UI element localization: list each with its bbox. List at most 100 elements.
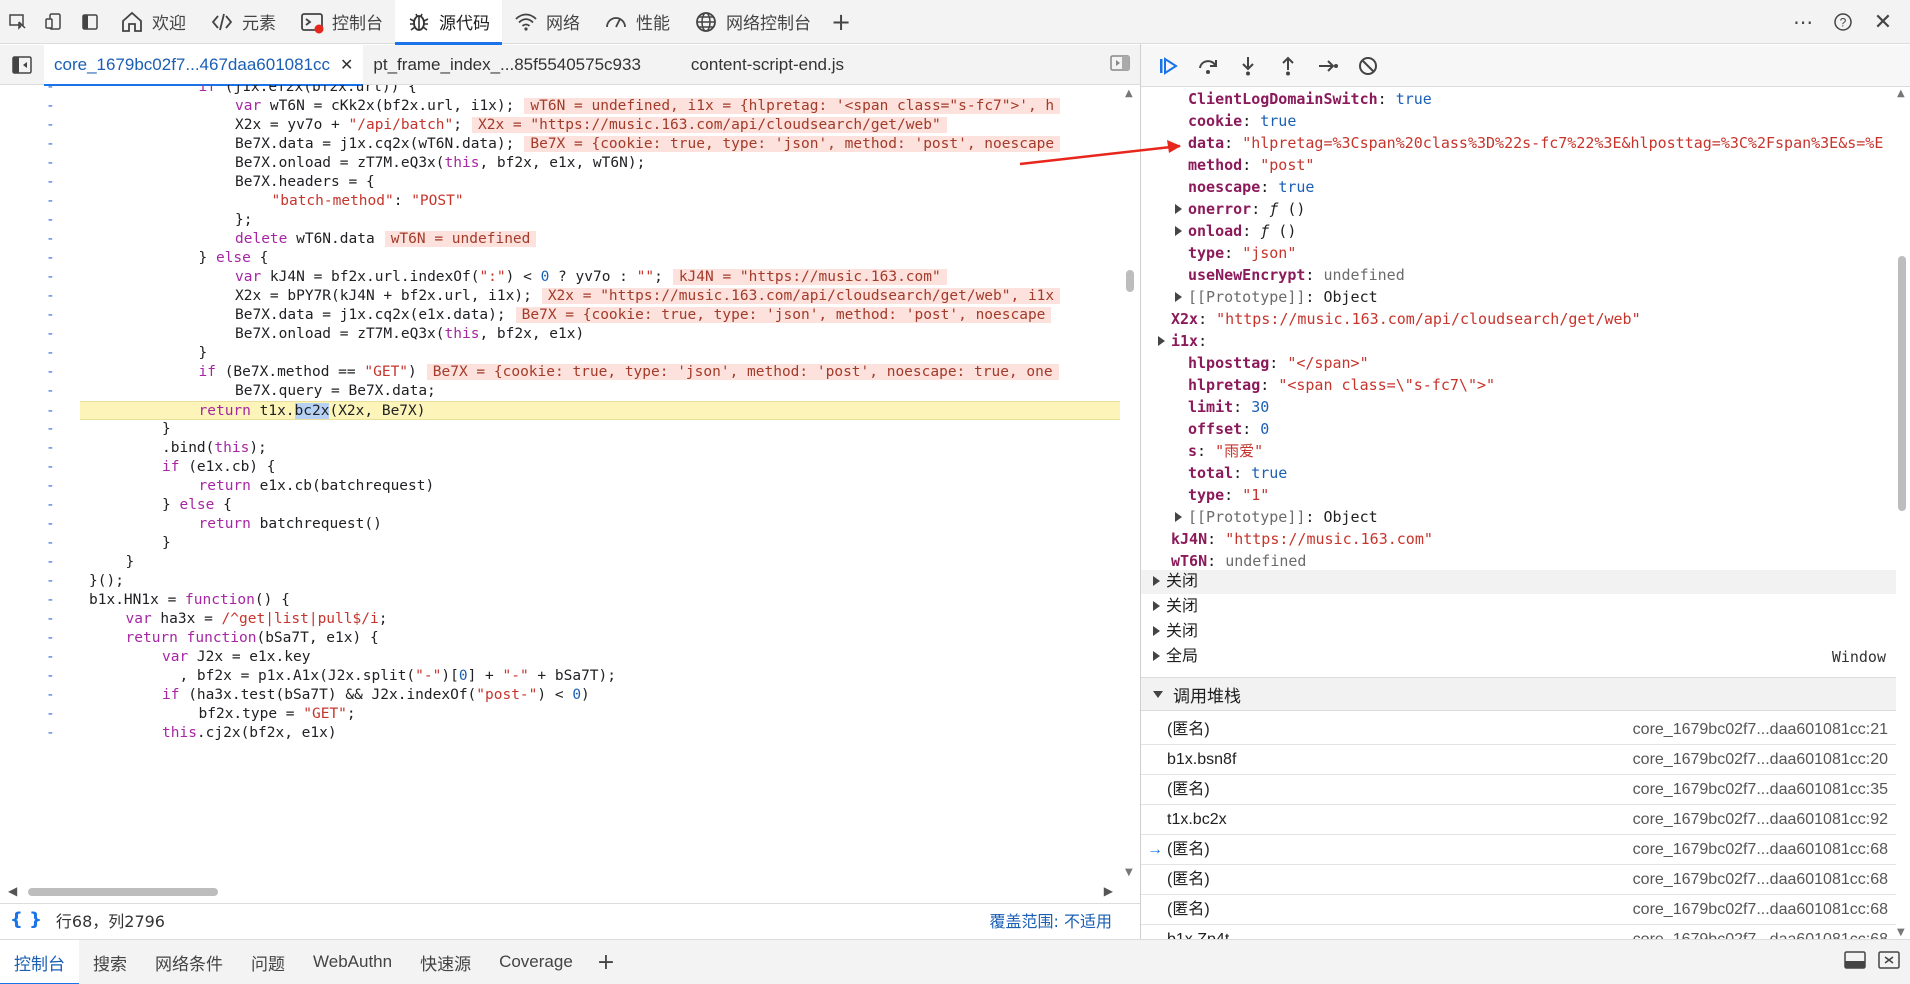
scope-property[interactable]: i1x:: [1158, 330, 1207, 352]
dock-drawer-icon[interactable]: [1844, 951, 1866, 973]
call-stack-header[interactable]: 调用堆栈: [1141, 677, 1896, 711]
line-gutter-marker[interactable]: -: [46, 553, 55, 572]
dock-side-icon[interactable]: [72, 0, 108, 44]
code-text[interactable]: X2x = bPY7R(kJ4N + bf2x.url, i1x); X2x = …: [235, 287, 1061, 306]
call-frame[interactable]: (匿名) core_1679bc02f7...daa601081cc:68: [1141, 865, 1896, 895]
scope-property[interactable]: onerror: ƒ (): [1175, 198, 1305, 220]
line-gutter-marker[interactable]: -: [46, 610, 55, 629]
scope-property[interactable]: s: "雨爱": [1188, 440, 1263, 462]
line-gutter-marker[interactable]: -: [46, 667, 55, 686]
scope-property[interactable]: noescape: true: [1188, 176, 1314, 198]
code-text[interactable]: }();: [89, 572, 124, 591]
coverage-status[interactable]: 覆盖范围: 不适用: [990, 908, 1112, 932]
scope-property[interactable]: data: "hlpretag=%3Cspan%20class%3D%22s-f…: [1188, 132, 1883, 154]
resume-icon[interactable]: [1151, 49, 1185, 83]
line-gutter-marker[interactable]: -: [46, 458, 55, 477]
expand-arrow-icon[interactable]: [1175, 292, 1182, 302]
code-text[interactable]: var J2x = e1x.key: [162, 648, 310, 667]
code-text[interactable]: X2x = yv7o + "/api/batch"; X2x = "https:/…: [235, 116, 947, 135]
code-line[interactable]: - this.cj2x(bf2x, e1x): [0, 724, 1120, 743]
call-frame[interactable]: b1x.bsn8f core_1679bc02f7...daa601081cc:2…: [1141, 745, 1896, 775]
add-drawer-tab-icon[interactable]: +: [587, 950, 625, 975]
line-gutter-marker[interactable]: -: [46, 648, 55, 667]
code-text[interactable]: };: [235, 211, 252, 230]
code-line[interactable]: -}: [0, 344, 1120, 363]
scope-property[interactable]: wT6N: undefined: [1171, 550, 1306, 570]
code-line[interactable]: -}: [0, 420, 1120, 439]
code-line[interactable]: - return function(bSa7T, e1x) {: [0, 629, 1120, 648]
tab-globe[interactable]: 网络控制台: [682, 0, 823, 44]
scope-property[interactable]: [[Prototype]]: Object: [1175, 506, 1378, 528]
line-gutter-marker[interactable]: -: [46, 287, 55, 306]
code-line[interactable]: -};: [0, 211, 1120, 230]
line-gutter-marker[interactable]: -: [46, 363, 55, 382]
code-text[interactable]: Be7X.data = j1x.cq2x(wT6N.data); Be7X = {…: [235, 135, 1061, 154]
frame-location[interactable]: core_1679bc02f7...daa601081cc:68: [1633, 925, 1888, 939]
drawer-tab[interactable]: 问题: [237, 940, 299, 984]
line-gutter-marker[interactable]: -: [46, 173, 55, 192]
scope-property[interactable]: cookie: true: [1188, 110, 1296, 132]
code-text[interactable]: return batchrequest(): [199, 515, 382, 534]
code-line[interactable]: - var kJ4N = bf2x.url.indexOf(":") < 0 ? …: [0, 268, 1120, 287]
call-frame[interactable]: (匿名) core_1679bc02f7...daa601081cc:68: [1141, 895, 1896, 925]
tab-console[interactable]: 控制台: [288, 0, 395, 44]
tab-wifi[interactable]: 网络: [502, 0, 592, 44]
close-drawer-icon[interactable]: [1878, 951, 1900, 973]
editor-file-tab[interactable]: content-script-end.js: [651, 45, 854, 85]
code-text[interactable]: Be7X.onload = zT7M.eQ3x(this, bf2x, e1x): [235, 325, 584, 344]
frame-location[interactable]: core_1679bc02f7...daa601081cc:35: [1633, 775, 1888, 805]
line-gutter-marker[interactable]: -: [46, 97, 55, 116]
code-text[interactable]: , bf2x = p1x.A1x(J2x.split("-")[0] + "-"…: [162, 667, 616, 686]
code-line[interactable]: - Be7X.data = j1x.cq2x(wT6N.data); Be7X = …: [0, 135, 1120, 154]
code-text[interactable]: Be7X.data = j1x.cq2x(e1x.data); Be7X = {c…: [235, 306, 1052, 325]
expand-arrow-icon[interactable]: [1175, 226, 1182, 236]
code-text[interactable]: return function(bSa7T, e1x) {: [126, 629, 379, 648]
code-text[interactable]: }: [162, 420, 171, 439]
code-line[interactable]: - Be7X.onload = zT7M.eQ3x(this, bf2x, e1x…: [0, 325, 1120, 344]
code-text[interactable]: return e1x.cb(batchrequest): [199, 477, 435, 496]
code-text[interactable]: Be7X.onload = zT7M.eQ3x(this, bf2x, e1x,…: [235, 154, 645, 173]
step-out-icon[interactable]: [1271, 49, 1305, 83]
close-tab-icon[interactable]: ✕: [340, 55, 353, 75]
code-line[interactable]: - X2x = bPY7R(kJ4N + bf2x.url, i1x); X2x =…: [0, 287, 1120, 306]
code-line[interactable]: - if (e1x.cb) {: [0, 458, 1120, 477]
code-text[interactable]: var wT6N = cKk2x(bf2x.url, i1x); wT6N = u…: [235, 97, 1061, 116]
code-text[interactable]: .bind(this);: [162, 439, 267, 458]
frame-location[interactable]: core_1679bc02f7...daa601081cc:68: [1633, 895, 1888, 925]
line-gutter-marker[interactable]: -: [46, 116, 55, 135]
code-text[interactable]: var ha3x = /^get|list|pull$/i;: [126, 610, 388, 629]
line-gutter-marker[interactable]: -: [46, 85, 55, 97]
frame-location[interactable]: core_1679bc02f7...daa601081cc:20: [1633, 745, 1888, 775]
line-gutter-marker[interactable]: -: [46, 192, 55, 211]
code-text[interactable]: return t1x.bc2x(X2x, Be7X): [199, 402, 426, 421]
scope-group[interactable]: 关闭: [1141, 570, 1896, 594]
frame-location[interactable]: core_1679bc02f7...daa601081cc:68: [1633, 835, 1888, 865]
expand-arrow-icon[interactable]: [1175, 512, 1182, 522]
line-gutter-marker[interactable]: -: [46, 154, 55, 173]
code-horizontal-scrollbar[interactable]: ◀ ▶: [8, 884, 1113, 899]
code-text[interactable]: } else {: [199, 249, 269, 268]
line-gutter-marker[interactable]: -: [46, 686, 55, 705]
code-line[interactable]: - var ha3x = /^get|list|pull$/i;: [0, 610, 1120, 629]
code-line[interactable]: - Be7X.data = j1x.cq2x(e1x.data); Be7X = {…: [0, 306, 1120, 325]
code-line[interactable]: - Be7X.headers = {: [0, 173, 1120, 192]
line-gutter-marker[interactable]: -: [46, 496, 55, 515]
drawer-tab[interactable]: 快速源: [406, 940, 485, 984]
line-gutter-marker[interactable]: -: [46, 135, 55, 154]
pretty-print-icon[interactable]: { }: [10, 909, 42, 930]
close-devtools-icon[interactable]: ✕: [1866, 0, 1900, 44]
device-emulation-icon[interactable]: [36, 0, 72, 44]
scope-property[interactable]: type: "json": [1188, 242, 1296, 264]
line-gutter-marker[interactable]: -: [46, 477, 55, 496]
tab-gauge[interactable]: 性能: [592, 0, 682, 44]
code-text[interactable]: b1x.HN1x = function() {: [89, 591, 290, 610]
line-gutter-marker[interactable]: -: [46, 572, 55, 591]
line-gutter-marker[interactable]: -: [46, 268, 55, 287]
deactivate-breakpoints-icon[interactable]: [1351, 49, 1385, 83]
tab-home[interactable]: 欢迎: [108, 0, 198, 44]
code-text[interactable]: delete wT6N.data wT6N = undefined: [235, 230, 537, 249]
code-line[interactable]: - .bind(this);: [0, 439, 1120, 458]
line-gutter-marker[interactable]: -: [46, 724, 55, 743]
code-line[interactable]: - X2x = yv7o + "/api/batch"; X2x = "https:…: [0, 116, 1120, 135]
expand-arrow-icon[interactable]: [1158, 336, 1165, 346]
